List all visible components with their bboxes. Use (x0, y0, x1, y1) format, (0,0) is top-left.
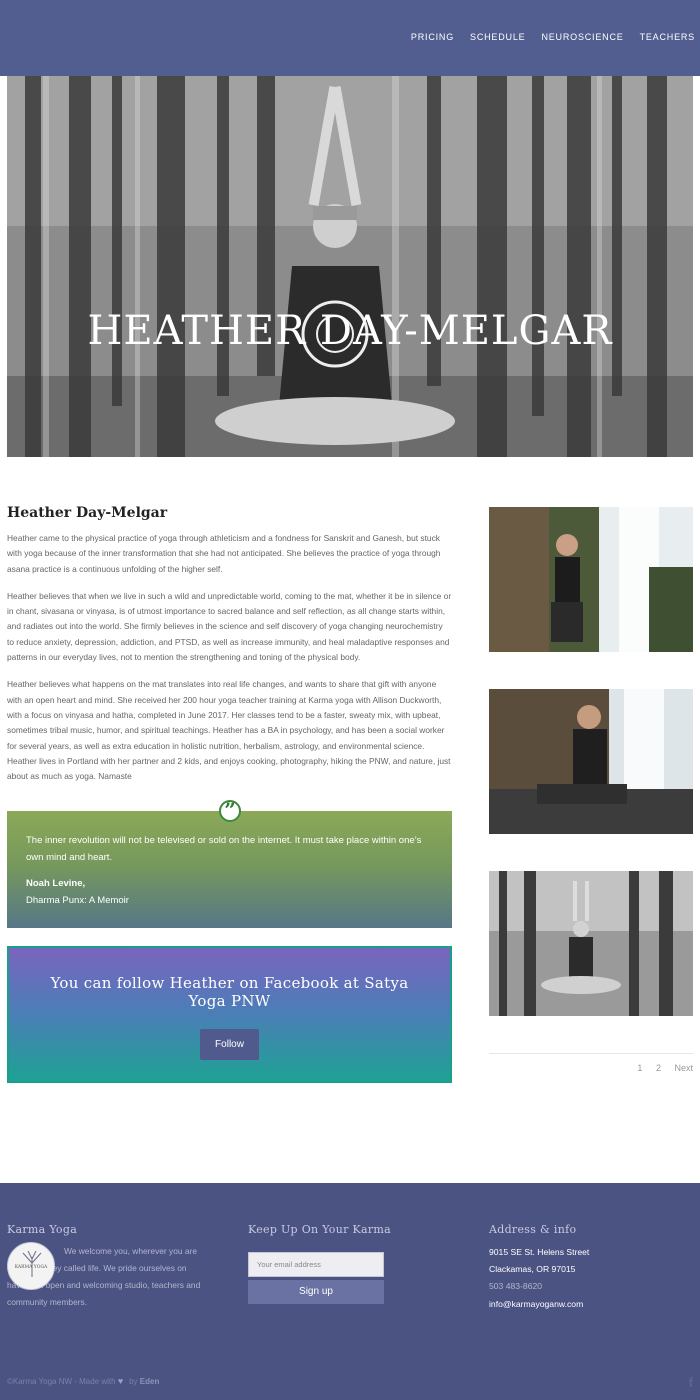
newsletter-email-input[interactable]: Your email address (248, 1252, 384, 1277)
nav-neuroscience[interactable]: NEUROSCIENCE (541, 32, 623, 42)
bio-paragraph: Heather came to the physical practice of… (7, 533, 441, 574)
nav-teachers[interactable]: TEACHERS (640, 32, 695, 42)
page-link-1[interactable]: 1 (637, 1063, 642, 1073)
footer-address-heading: Address & info (489, 1223, 577, 1236)
follow-callout: You can follow Heather on Facebook at Sa… (7, 946, 452, 1083)
copyright-brand-link[interactable]: Eden (140, 1377, 160, 1386)
gallery-photo-forest-pose[interactable] (489, 871, 693, 1016)
pagination: 1 2 Next (489, 1063, 693, 1073)
gallery-photo-waterfall-twist[interactable] (489, 689, 693, 834)
logo-text: KARMA YOGA (14, 1265, 48, 1270)
main-nav: PRICING SCHEDULE NEUROSCIENCE TEACHERS (411, 32, 695, 42)
nav-pricing[interactable]: PRICING (411, 32, 454, 42)
hero-banner: HEATHER DAY-MELGAR (7, 76, 693, 457)
address-city: Clackamas, OR 97015 (489, 1264, 576, 1275)
footer-about-heading: Karma Yoga (7, 1223, 78, 1236)
facebook-icon[interactable]: f (689, 1375, 693, 1390)
quote-author: Noah Levine, (26, 878, 86, 889)
bio-paragraph: Heather believes that when we live in su… (7, 590, 452, 663)
testimonial-quote: ” The inner revolution will not be telev… (7, 798, 452, 928)
footer-address: 9015 SE St. Helens Street Clackamas, OR … (489, 1244, 589, 1313)
footer-newsletter-heading: Keep Up On Your Karma (248, 1223, 391, 1236)
hero-title: HEATHER DAY-MELGAR (87, 308, 613, 354)
gallery-photo-waterfall-prayer[interactable] (489, 507, 693, 652)
quote-icon: ” (219, 798, 241, 822)
site-footer: Karma Yoga We welcome you, wherever you … (0, 1183, 700, 1400)
quote-text: The inner revolution will not be televis… (26, 835, 422, 863)
page-next-link[interactable]: Next (674, 1063, 693, 1073)
address-street: 9015 SE St. Helens Street (489, 1247, 590, 1257)
follow-button[interactable]: Follow (200, 1029, 259, 1060)
nav-schedule[interactable]: SCHEDULE (470, 32, 525, 42)
bio-title: Heather Day-Melgar (7, 505, 168, 521)
signup-button[interactable]: Sign up (248, 1280, 384, 1304)
address-phone[interactable]: 503 483-8620 (489, 1278, 589, 1295)
forest-photo (7, 76, 693, 457)
karma-yoga-logo: KARMA YOGA (7, 1242, 55, 1290)
follow-text: You can follow Heather on Facebook at Sa… (50, 974, 409, 1010)
copyright: ©Karma Yoga NW - Made with ♥ by Eden (7, 1376, 159, 1386)
copyright-text: ©Karma Yoga NW - Made with (7, 1377, 116, 1386)
quote-source: Dharma Punx: A Memoir (26, 895, 129, 906)
site-header: PRICING SCHEDULE NEUROSCIENCE TEACHERS (0, 0, 700, 76)
copyright-by: by (129, 1377, 138, 1386)
bio-paragraph: Heather believes what happens on the mat… (7, 679, 451, 782)
page-link-2[interactable]: 2 (656, 1063, 661, 1073)
bio-section: Heather Day-Melgar Heather came to the p… (7, 505, 452, 796)
address-email[interactable]: info@karmayoganw.com (489, 1296, 589, 1313)
heart-icon: ♥ (117, 1376, 124, 1386)
pagination-divider (489, 1053, 693, 1054)
